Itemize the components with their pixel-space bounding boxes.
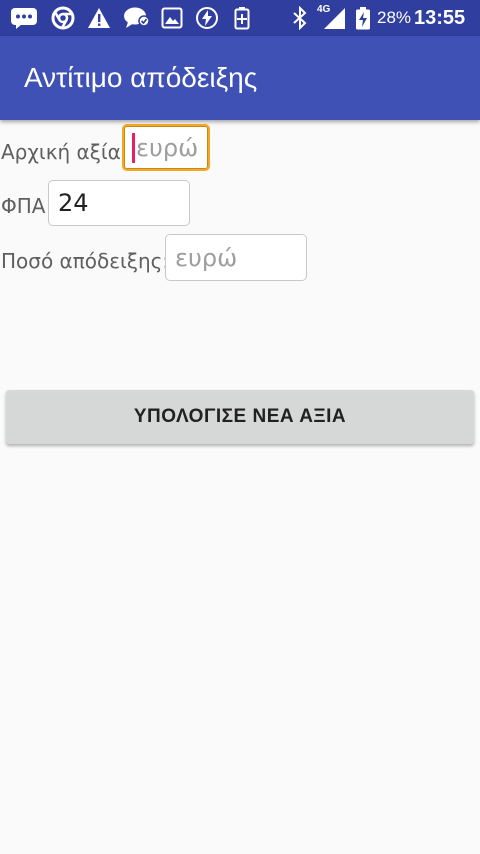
power-icon: [194, 6, 220, 30]
receipt-amount-input[interactable]: ευρώ: [165, 234, 307, 281]
chat-icon: [122, 6, 152, 30]
status-bar: 4G 28% 13:55: [0, 0, 480, 36]
bluetooth-icon: [291, 6, 309, 30]
initial-value-label: Αρχική αξία:: [1, 140, 128, 164]
warning-icon: [86, 6, 112, 30]
page-title: Αντίτιμο απόδειξης: [24, 62, 258, 93]
app-bar: Αντίτιμο απόδειξης: [0, 36, 480, 120]
text-cursor: [132, 132, 135, 163]
gallery-icon: [160, 6, 184, 30]
network-type-label: 4G: [317, 4, 331, 15]
chrome-icon: [50, 6, 76, 30]
vat-value: 24: [58, 189, 89, 217]
calculate-button[interactable]: ΥΠΟΛΟΓΙΣΕ ΝΕΑ ΑΞΙΑ: [6, 390, 474, 444]
receipt-amount-label: Ποσό απόδειξης:: [1, 249, 170, 273]
initial-value-input[interactable]: ευρώ: [122, 124, 210, 171]
receipt-amount-placeholder: ευρώ: [175, 243, 238, 272]
vat-input[interactable]: 24: [48, 180, 190, 226]
vat-label: ΦΠΑ: [1, 194, 46, 218]
initial-value-placeholder: ευρώ: [136, 133, 199, 162]
battery-charging-icon: [354, 6, 372, 30]
battery-percent: 28%: [377, 8, 412, 27]
clock: 13:55: [414, 7, 466, 29]
battery-saver-icon: [232, 6, 252, 30]
messages-icon: [8, 6, 40, 30]
